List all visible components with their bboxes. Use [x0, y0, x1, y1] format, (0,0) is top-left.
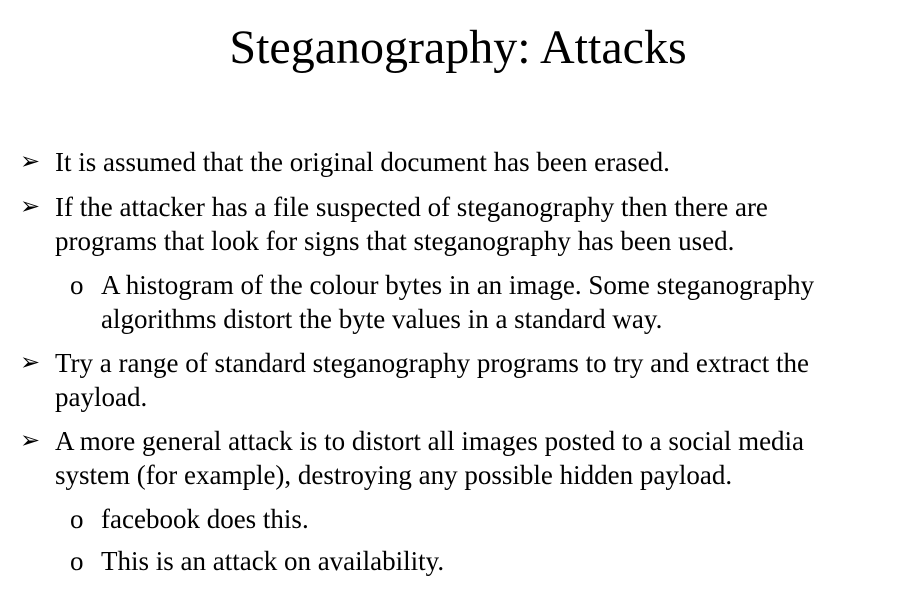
- arrow-bullet-icon: ➢: [20, 194, 41, 220]
- bullet-item: ➢ A more general attack is to distort al…: [20, 424, 900, 492]
- bullet-text-line: It is assumed that the original document…: [55, 147, 670, 177]
- circle-bullet-icon: o: [70, 546, 84, 576]
- bullet-text-line: algorithms distort the byte values in a …: [101, 304, 663, 334]
- bullet-item: ➢ If the attacker has a file suspected o…: [20, 190, 900, 258]
- circle-bullet-icon: o: [70, 270, 84, 300]
- bullet-item: ➢ It is assumed that the original docume…: [20, 145, 900, 179]
- bullet-item: ➢ Try a range of standard steganography …: [20, 346, 900, 414]
- arrow-bullet-icon: ➢: [20, 428, 41, 454]
- bullet-text-line: A more general attack is to distort all …: [55, 426, 805, 456]
- arrow-bullet-icon: ➢: [20, 350, 41, 376]
- bullet-text-line: payload.: [55, 382, 148, 412]
- bullet-text-line: system (for example), destroying any pos…: [55, 460, 733, 490]
- circle-bullet-icon: o: [70, 504, 84, 534]
- bullet-text-line: If the attacker has a file suspected of …: [55, 192, 768, 222]
- sub-bullet-item: o facebook does this.: [70, 502, 910, 536]
- bullet-text-line: facebook does this.: [101, 504, 309, 534]
- bullet-text-line: programs that look for signs that stegan…: [55, 226, 735, 256]
- slide: Steganography: Attacks ➢ It is assumed t…: [0, 0, 916, 593]
- bullet-text-line: A histogram of the colour bytes in an im…: [101, 270, 815, 300]
- sub-bullet-item: o This is an attack on availability.: [70, 544, 910, 578]
- bullet-text-line: Try a range of standard steganography pr…: [55, 348, 810, 378]
- arrow-bullet-icon: ➢: [20, 149, 41, 175]
- bullet-text-line: This is an attack on availability.: [101, 546, 445, 576]
- slide-title: Steganography: Attacks: [229, 21, 687, 74]
- sub-bullet-item: o A histogram of the colour bytes in an …: [70, 268, 910, 336]
